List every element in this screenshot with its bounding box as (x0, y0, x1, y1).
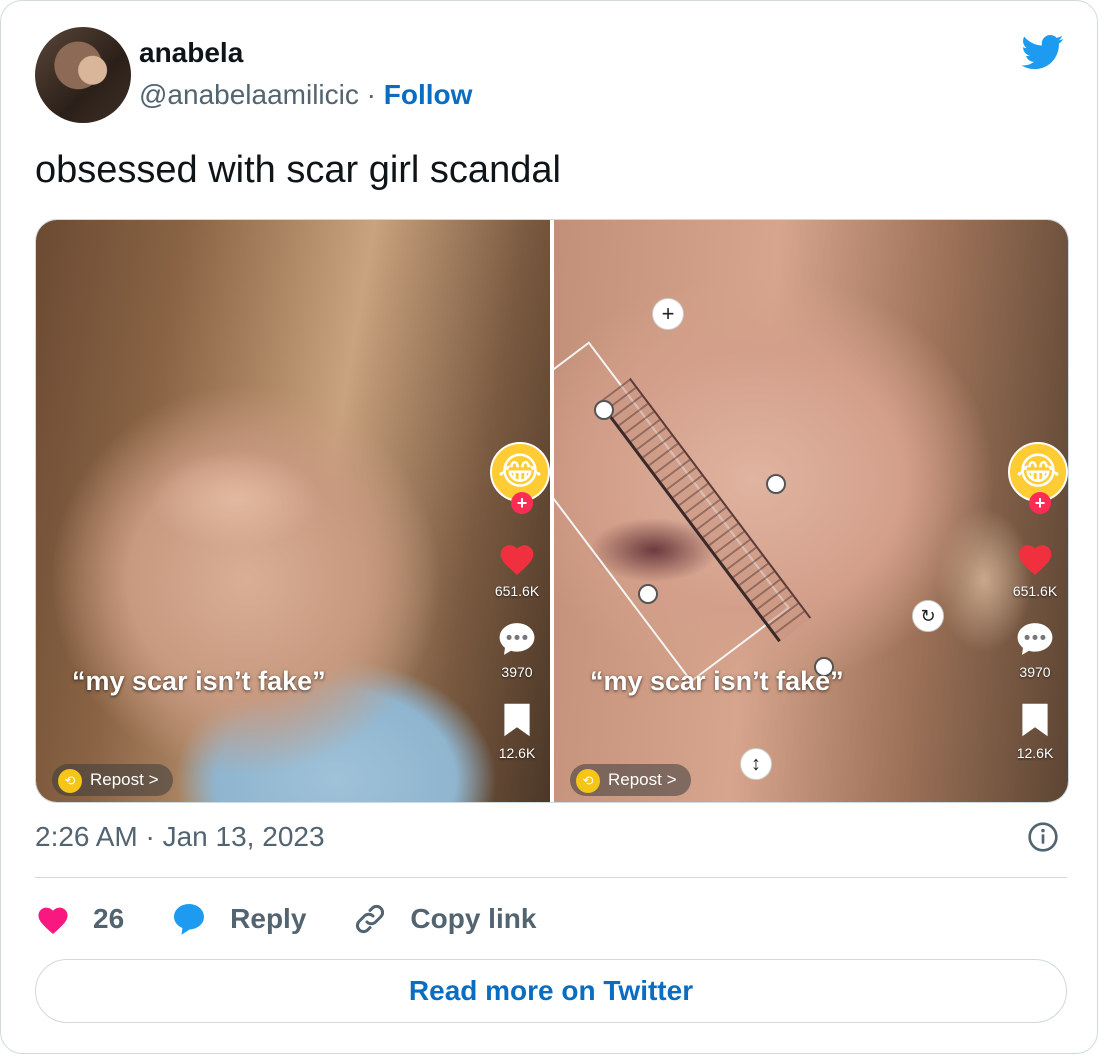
repost-button[interactable]: ⟲ Repost > (570, 764, 691, 796)
repost-icon: ⟲ (576, 768, 600, 793)
like-button[interactable]: 26 (35, 903, 124, 935)
copy-link-label: Copy link (410, 903, 537, 934)
comment-count: 3970 (1019, 664, 1051, 680)
follow-button[interactable]: Follow (384, 79, 473, 110)
video-caption: “my scar isn’t fake” (590, 666, 844, 696)
media-image-left[interactable]: “my scar isn’t fake” 😂 + 651.6K 3970 12.… (36, 220, 550, 802)
comment-count: 3970 (501, 664, 533, 680)
reply-button[interactable]: Reply (170, 901, 306, 937)
repost-label: Repost (608, 770, 662, 789)
resize-handle (766, 474, 786, 494)
tweet-text: obsessed with scar girl scandal (35, 149, 561, 191)
repost-label: Repost (90, 770, 144, 789)
resize-handle (594, 400, 614, 420)
heart-icon (500, 545, 534, 575)
media-grid[interactable]: “my scar isn’t fake” 😂 + 651.6K 3970 12.… (35, 219, 1069, 803)
rotate-icon: ↻ (912, 600, 944, 632)
heart-icon (38, 907, 68, 934)
tweet-card: anabela @anabelaamilicic · Follow obsess… (0, 0, 1098, 1054)
divider (35, 877, 1067, 878)
reply-label: Reply (230, 903, 307, 934)
tiktok-sidebar: 😂 + 651.6K 3970 12.6K (1008, 442, 1068, 761)
author-handle-row: @anabelaamilicic · Follow (139, 79, 472, 111)
resize-handle (638, 584, 658, 604)
heart-icon (1018, 545, 1052, 575)
repost-icon: ⟲ (58, 768, 82, 793)
repost-button[interactable]: ⟲ Repost > (52, 764, 173, 796)
vertical-arrows-icon: ↕ (740, 748, 772, 780)
comment-icon (499, 623, 535, 655)
tweet-timestamp[interactable]: 2:26 AM · Jan 13, 2023 (35, 821, 325, 853)
plus-icon: + (511, 492, 533, 514)
chevron-right-icon: > (666, 770, 677, 789)
bookmark-icon (1022, 703, 1048, 737)
video-caption: “my scar isn’t fake” (72, 666, 326, 696)
like-count: 651.6K (1012, 583, 1058, 599)
twitter-bird-icon[interactable] (1019, 31, 1067, 73)
laughing-emoji-icon: 😂 + (490, 442, 550, 514)
plus-icon: + (652, 298, 684, 330)
reply-bubble-icon (174, 904, 205, 935)
like-count: 651.6K (494, 583, 540, 599)
link-icon (356, 905, 385, 933)
bookmark-icon (504, 703, 530, 737)
separator: · (366, 79, 376, 110)
ruler-overlay: + ↻ ↕ (554, 220, 1068, 802)
author-name[interactable]: anabela (139, 37, 243, 69)
selection-box (554, 341, 791, 683)
media-image-right[interactable]: + ↻ ↕ “my scar isn’t fake” 😂 + 651.6K 39… (554, 220, 1068, 802)
save-count: 12.6K (498, 745, 536, 761)
avatar[interactable] (35, 27, 131, 123)
copy-link-button[interactable]: Copy link (352, 901, 536, 937)
comment-icon (1017, 623, 1053, 655)
action-bar: 26 Reply Copy link (35, 897, 582, 941)
plus-icon: + (1029, 492, 1051, 514)
read-more-button[interactable]: Read more on Twitter (35, 959, 1067, 1023)
save-count: 12.6K (1016, 745, 1054, 761)
author-handle[interactable]: @anabelaamilicic (139, 79, 359, 110)
info-icon[interactable] (1027, 821, 1059, 853)
chevron-right-icon: > (148, 770, 159, 789)
laughing-emoji-icon: 😂 + (1008, 442, 1068, 514)
tiktok-sidebar: 😂 + 651.6K 3970 12.6K (490, 442, 550, 761)
like-count: 26 (93, 903, 125, 934)
